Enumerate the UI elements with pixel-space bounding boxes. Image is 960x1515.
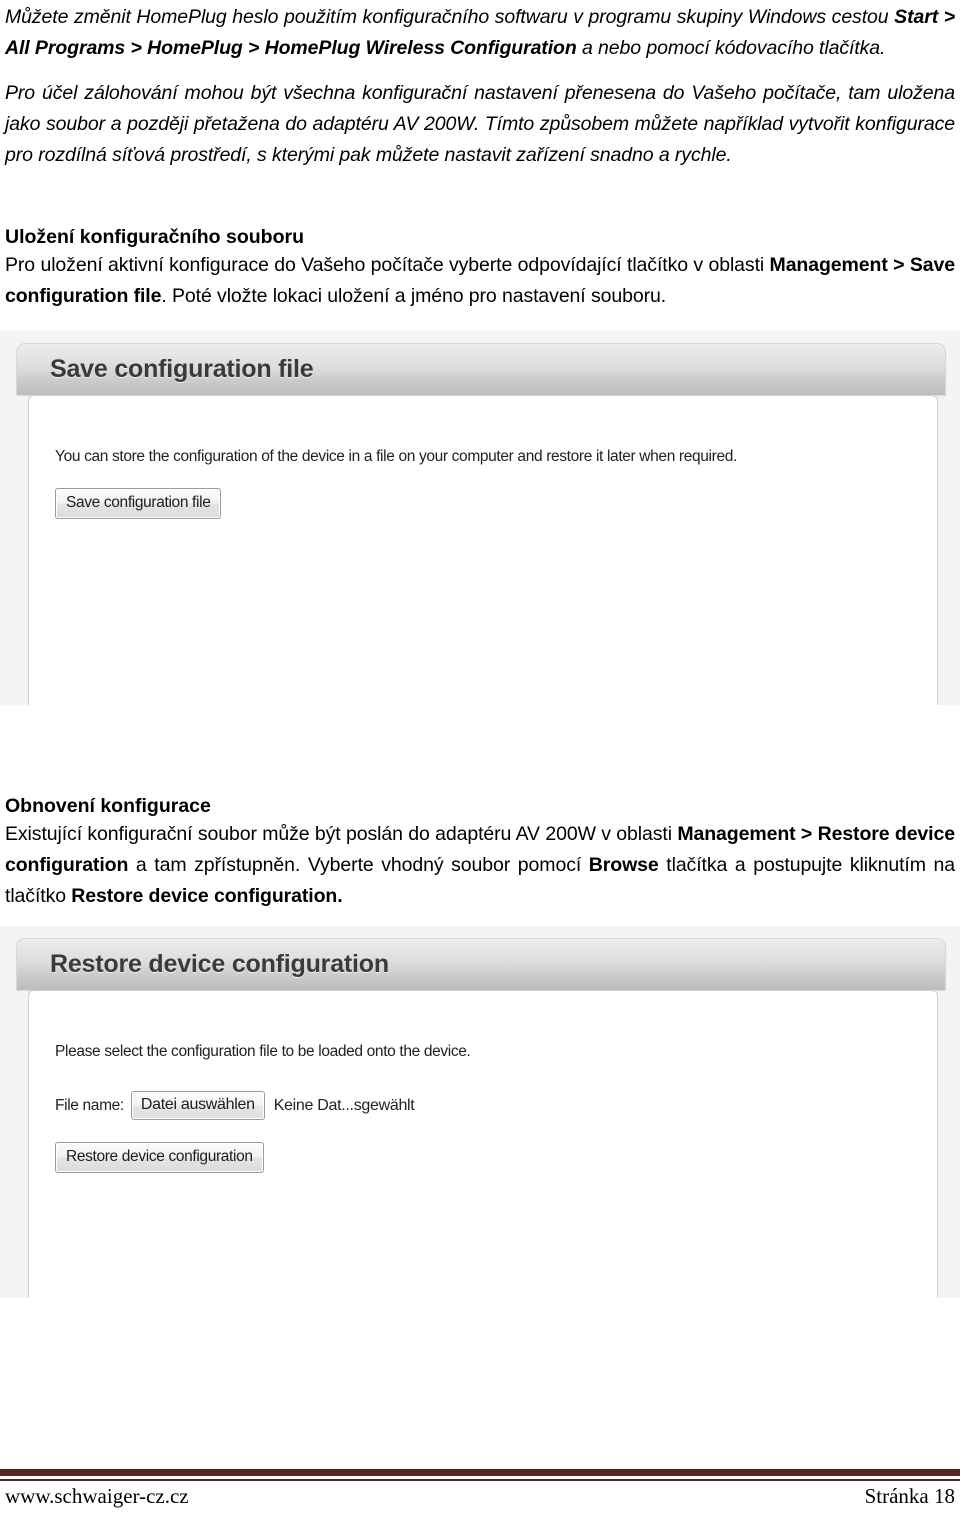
screenshot-save-configuration: Save configuration file You can store th…: [0, 331, 960, 705]
restore-text-part2: a tam zpřístupněn. Vyberte vhodný soubor…: [128, 854, 589, 876]
footer-page-number: Stránka 18: [864, 1484, 955, 1508]
restore-panel-body: Please select the configuration file to …: [28, 990, 938, 1298]
footer-website-url: www.schwaiger-cz.cz: [5, 1484, 189, 1508]
intro-text-suffix: a nebo pomocí kódovacího tlačítka.: [576, 37, 886, 59]
file-selection-status: Keine Dat...sgewählt: [273, 1096, 415, 1114]
footer-rule-thin: [0, 1479, 960, 1481]
restore-text-part1: Existující konfigurační soubor může být …: [5, 823, 678, 845]
restore-browse-label: Browse: [588, 854, 659, 876]
save-panel: Save configuration file You can store th…: [16, 343, 946, 705]
restore-device-configuration-button[interactable]: Restore device configuration: [55, 1142, 264, 1173]
save-text-suffix: . Poté vložte lokaci uložení a jméno pro…: [161, 285, 667, 307]
save-panel-body: You can store the configuration of the d…: [28, 395, 938, 705]
document-page: Můžete změnit HomePlug heslo použitím ko…: [0, 0, 960, 1515]
intro-text-prefix: Můžete změnit HomePlug heslo použitím ko…: [5, 6, 895, 28]
restore-panel-title: Restore device configuration: [50, 950, 389, 978]
footer-rule-thick: [0, 1469, 960, 1476]
paragraph-save: Pro uložení aktivní konfigurace do Vašeh…: [5, 250, 955, 312]
save-text-prefix: Pro uložení aktivní konfigurace do Vašeh…: [5, 254, 770, 276]
paragraph-backup: Pro účel zálohování mohou být všechna ko…: [5, 82, 955, 166]
save-panel-title: Save configuration file: [50, 355, 314, 383]
restore-panel: Restore device configuration Please sele…: [16, 938, 946, 1298]
restore-panel-header: Restore device configuration: [16, 938, 946, 990]
save-configuration-file-button[interactable]: Save configuration file: [55, 488, 222, 519]
screenshot-restore-configuration: Restore device configuration Please sele…: [0, 926, 960, 1298]
heading-restore-configuration: Obnovení konfigurace: [5, 795, 211, 817]
restore-description: Please select the configuration file to …: [55, 1043, 471, 1060]
paragraph-intro: Můžete změnit HomePlug heslo použitím ko…: [5, 2, 955, 64]
file-name-label: File name:: [55, 1096, 124, 1114]
choose-file-button[interactable]: Datei auswählen: [130, 1091, 265, 1120]
save-description: You can store the configuration of the d…: [55, 448, 737, 465]
heading-save-configuration: Uložení konfiguračního souboru: [5, 226, 304, 248]
paragraph-restore: Existující konfigurační soubor může být …: [5, 819, 955, 912]
restore-button-reference: Restore device configuration.: [71, 885, 343, 907]
file-input-row: File name: Datei auswählen Keine Dat...s…: [55, 1091, 937, 1120]
save-panel-header: Save configuration file: [16, 343, 946, 395]
